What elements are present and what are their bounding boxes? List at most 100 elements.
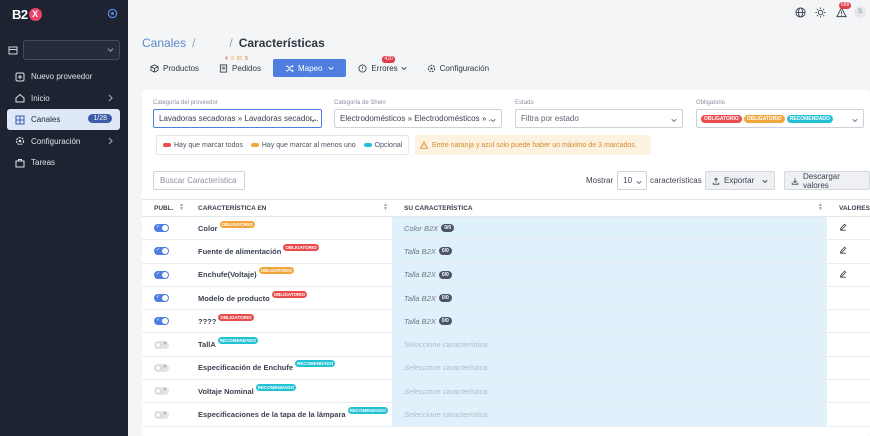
mapped-characteristic-cell[interactable]: Talla B2X 0/0	[392, 310, 827, 333]
mapped-characteristic-cell[interactable]: Seleccione característica	[392, 356, 827, 380]
tab-errores[interactable]: Errores 420	[350, 56, 414, 77]
check-icon: ✓	[156, 294, 161, 301]
header-label: SU CARACTERÍSTICA	[404, 204, 473, 212]
avatar[interactable]: S	[854, 6, 866, 18]
required-tag[interactable]: OBLIGATORIO	[743, 114, 785, 123]
sidebar-item-canales[interactable]: Canales 1/28	[7, 109, 120, 130]
tab-label: Pedidos	[232, 63, 261, 73]
values-cell	[827, 264, 870, 286]
breadcrumb-separator: /	[229, 36, 233, 50]
logo[interactable]: B2 X	[12, 6, 42, 22]
sun-icon[interactable]	[814, 6, 826, 18]
filter-label: Obligatorio	[696, 100, 726, 106]
logo-x-mark: X	[28, 7, 42, 21]
check-icon: ✓	[156, 224, 161, 231]
chevron-down-icon	[401, 65, 407, 71]
mapped-characteristic: Seleccione característica	[404, 410, 488, 420]
download-values-button[interactable]: Descargar valores	[784, 171, 870, 190]
edit-icon[interactable]	[839, 223, 847, 233]
page-size-select[interactable]: 10	[617, 171, 648, 190]
check-icon: ✓	[156, 270, 161, 277]
toggle-knob	[162, 271, 168, 278]
recommended-tag[interactable]: RECOMENDADO	[786, 114, 833, 123]
header-char-en[interactable]: CARACTERÍSTICA EN ▲ ▼	[186, 199, 392, 217]
filter-value: Electrodomésticos » Electrodomésticos » …	[340, 114, 496, 123]
grid-icon	[15, 115, 25, 125]
characteristic-name: Enchufe(Voltaje)	[198, 270, 257, 280]
gear-icon	[427, 64, 436, 73]
provider-select[interactable]	[23, 40, 120, 60]
tab-productos[interactable]: Productos	[142, 59, 207, 77]
characteristic-name-cell: Voltaje Nominal RECOMENDADO	[186, 380, 392, 402]
sidebar-item-nuevo-proveedor[interactable]: Nuevo proveedor	[7, 66, 120, 87]
characteristic-name-cell: TallA RECOMENDADO	[186, 333, 392, 355]
tab-configuracion[interactable]: Configuración	[419, 59, 497, 77]
publish-toggle[interactable]: ✓	[154, 270, 169, 279]
state-select[interactable]: Filtra por estado	[515, 109, 683, 128]
required-tag[interactable]: OBLIGATORIO	[701, 114, 742, 123]
edit-icon[interactable]	[839, 246, 847, 256]
mapped-characteristic-cell[interactable]: Seleccione característica	[392, 380, 827, 403]
mapped-characteristic: Seleccione característica	[404, 340, 488, 350]
table-body: ✓ Color OBLIGATORIO Color B2X 0/0 ✓ Fuente de …	[142, 217, 870, 427]
publish-toggle[interactable]: ✓	[154, 224, 169, 233]
mapped-characteristic-cell[interactable]: Talla B2X 0/0	[392, 263, 827, 286]
publish-cell: ✓	[142, 264, 186, 286]
toggle-knob	[162, 318, 168, 325]
chevron-down-icon	[107, 46, 114, 55]
header-label: CARACTERÍSTICA EN	[198, 204, 267, 212]
publish-toggle[interactable]: ✓	[154, 294, 169, 303]
mapped-characteristic-cell[interactable]: Talla B2X 0/0	[392, 286, 827, 310]
values-cell	[827, 333, 870, 355]
tab-pedidos[interactable]: Pedidos 4 9 85 5	[211, 56, 269, 77]
bell-warning-icon[interactable]: 688	[835, 2, 852, 18]
requirement-tag: RECOMENDADO	[255, 383, 296, 391]
export-button[interactable]: Exportar	[705, 171, 776, 190]
topbar: 688 S	[128, 0, 870, 24]
publish-toggle[interactable]: ✕	[154, 387, 169, 396]
shein-category-select[interactable]: Electrodomésticos » Electrodomésticos » …	[334, 109, 502, 128]
plus-square-icon	[15, 72, 25, 82]
page-size-value: 10	[623, 176, 633, 185]
publish-cell: ✕	[142, 333, 186, 355]
sidebar-settings-icon[interactable]	[106, 7, 118, 19]
values-count-badge: 0/0	[438, 294, 452, 303]
sidebar-item-tareas[interactable]: Tareas	[7, 152, 120, 173]
sidebar-item-inicio[interactable]: Inicio	[7, 88, 120, 109]
search-input[interactable]: Buscar Característica	[153, 171, 245, 190]
publish-toggle[interactable]: ✕	[154, 363, 169, 372]
sidebar-item-label: Configuración	[31, 136, 81, 146]
provider-category-select[interactable]: Lavadoras secadoras » Lavadoras secador.…	[153, 109, 322, 128]
header-publ[interactable]: PUBL. ▲ ▼	[142, 199, 186, 217]
publish-toggle[interactable]: ✕	[154, 340, 169, 349]
values-count-badge: 0/0	[441, 224, 455, 233]
publish-cell: ✓	[142, 287, 186, 309]
characteristic-name-cell: Enchufe(Voltaje) OBLIGATORIO	[186, 264, 392, 286]
characteristic-name-cell: Fuente de alimentación OBLIGATORIO	[186, 240, 392, 262]
mapped-characteristic-cell[interactable]: Color B2X 0/0	[392, 217, 827, 240]
table-row: ✓ Modelo de producto OBLIGATORIO Talla B2X 0…	[142, 286, 870, 311]
publish-toggle[interactable]: ✓	[154, 247, 169, 256]
mapped-characteristic: Talla B2X	[404, 316, 436, 326]
toggle-knob	[162, 248, 168, 255]
edit-icon[interactable]	[839, 270, 847, 280]
warning-banner: Entre naranja y azul solo puede haber un…	[415, 135, 651, 155]
publish-toggle[interactable]: ✓	[154, 317, 169, 326]
mapped-characteristic-cell[interactable]: Seleccione característica	[392, 333, 827, 356]
publish-toggle[interactable]: ✕	[154, 410, 169, 419]
values-cell	[827, 217, 870, 239]
filter-value: Filtra por estado	[521, 114, 579, 123]
globe-icon[interactable]	[794, 6, 806, 18]
breadcrumb-canales-link[interactable]: Canales	[142, 36, 186, 50]
characteristic-name-cell: Modelo de producto OBLIGATORIO	[186, 287, 392, 309]
store-icon	[7, 44, 19, 56]
values-cell	[827, 240, 870, 262]
header-your-char[interactable]: SU CARACTERÍSTICA ▲ ▼	[392, 199, 827, 217]
values-cell	[827, 287, 870, 309]
tab-mapeo[interactable]: Mapeo	[272, 59, 347, 77]
mapped-characteristic-cell[interactable]: Seleccione característica	[392, 403, 827, 426]
required-select[interactable]: OBLIGATORIO OBLIGATORIO RECOMENDADO	[696, 109, 864, 128]
mapped-characteristic-cell[interactable]: Talla B2X 0/0	[392, 240, 827, 263]
sidebar-item-configuracion[interactable]: Configuración	[7, 131, 120, 152]
tab-bar: Productos Pedidos 4 9 85 5 Mapeo Errores…	[142, 56, 501, 77]
